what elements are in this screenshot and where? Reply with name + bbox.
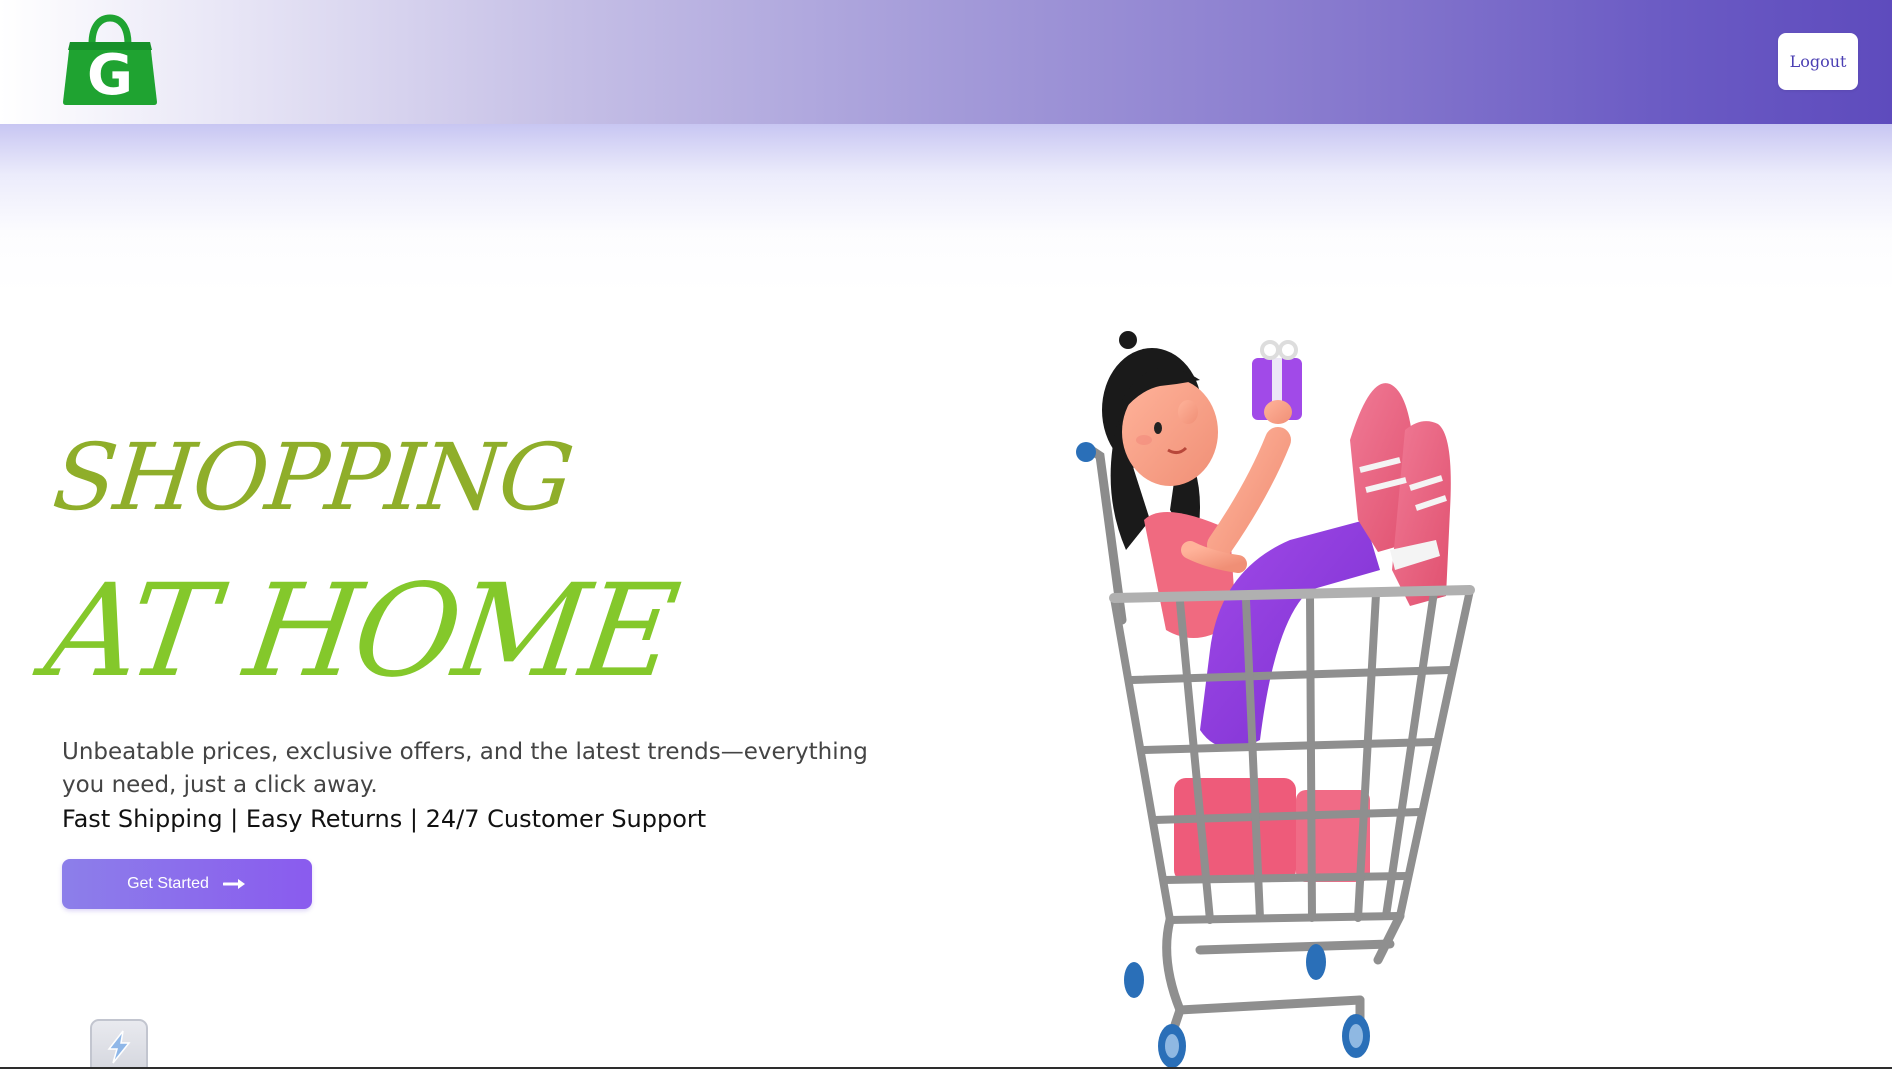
landing-page: G Logout SHOPPING AT HOME Unbeatable pri… [0, 0, 1892, 1069]
get-started-button[interactable]: Get Started [62, 859, 312, 909]
hero-title-line-2: AT HOME [37, 557, 684, 706]
lightning-icon [107, 1030, 131, 1064]
get-started-label: Get Started [127, 875, 209, 892]
hero-features: Fast Shipping | Easy Returns | 24/7 Cust… [62, 805, 707, 833]
header-glow [0, 124, 1892, 294]
hero-title-line-1: SHOPPING [48, 424, 577, 531]
top-header: G Logout [0, 0, 1892, 124]
arrow-right-icon [222, 879, 245, 889]
logo[interactable]: G [60, 14, 160, 108]
floating-widget-button[interactable] [90, 1019, 148, 1069]
logo-letter: G [87, 43, 133, 106]
shopping-cart-girl-illustration [1076, 331, 1475, 1068]
logout-button[interactable]: Logout [1778, 33, 1858, 90]
hero-description: Unbeatable prices, exclusive offers, and… [62, 739, 868, 798]
shopping-bag-icon: G [63, 14, 157, 108]
